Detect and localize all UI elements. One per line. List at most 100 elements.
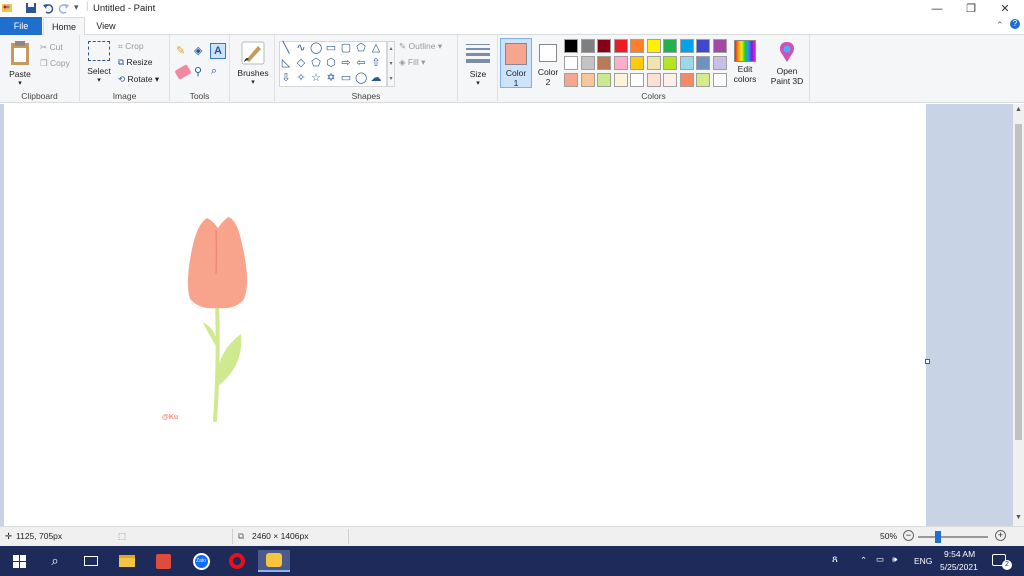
select-button[interactable]: Select ▾ xyxy=(84,41,114,86)
resize-button[interactable]: ⧉ Resize xyxy=(118,57,152,68)
zoom-in-button[interactable]: + xyxy=(995,530,1006,541)
palette-color-swatch[interactable] xyxy=(663,39,677,53)
canvas-resize-handle[interactable] xyxy=(925,359,930,364)
pencil-icon[interactable]: ✎ xyxy=(176,44,190,58)
tab-home[interactable]: Home xyxy=(43,17,85,36)
six-point-star-shape-icon[interactable]: ✡ xyxy=(325,72,337,84)
palette-color-swatch[interactable] xyxy=(712,39,727,53)
palette-color-swatch[interactable] xyxy=(696,73,710,87)
battery-icon[interactable]: ▭ xyxy=(876,554,884,565)
hexagon-shape-icon[interactable]: ⬡ xyxy=(325,57,337,69)
shapes-scroll[interactable]: ▴ ▾ ▾ xyxy=(387,41,395,87)
edit-colors-button[interactable]: Edit colors xyxy=(730,40,760,84)
language-indicator[interactable]: ENG xyxy=(914,556,932,566)
minimize-button[interactable]: — xyxy=(920,0,954,17)
eraser-icon[interactable] xyxy=(174,64,192,80)
palette-color-swatch[interactable] xyxy=(580,39,595,53)
palette-color-swatch[interactable] xyxy=(679,56,694,70)
zoom-slider-thumb[interactable] xyxy=(935,531,941,543)
palette-color-swatch[interactable] xyxy=(580,73,595,87)
rounded-rectangle-shape-icon[interactable]: ▢ xyxy=(340,42,352,54)
palette-color-swatch[interactable] xyxy=(564,56,578,70)
four-point-star-shape-icon[interactable]: ✧ xyxy=(295,72,307,84)
palette-color-swatch[interactable] xyxy=(712,73,727,87)
opera-icon[interactable] xyxy=(222,550,252,572)
palette-color-swatch[interactable] xyxy=(597,73,611,87)
customize-qa-icon[interactable]: ▾ xyxy=(74,2,79,13)
cut-button[interactable]: ✂ Cut xyxy=(40,42,63,53)
triangle-shape-icon[interactable]: △ xyxy=(370,42,382,54)
palette-color-swatch[interactable] xyxy=(597,56,611,70)
tab-view[interactable]: View xyxy=(86,17,126,35)
curve-shape-icon[interactable]: ∿ xyxy=(295,42,307,54)
callout-oval-shape-icon[interactable]: ◯ xyxy=(355,72,367,84)
palette-color-swatch[interactable] xyxy=(696,39,710,53)
palette-color-swatch[interactable] xyxy=(712,56,727,70)
rectangle-shape-icon[interactable]: ▭ xyxy=(325,42,337,54)
pentagon-shape-icon[interactable]: ⬠ xyxy=(310,57,322,69)
tab-file[interactable]: File xyxy=(0,17,42,35)
search-icon[interactable]: ⌕ xyxy=(40,550,70,572)
zalo-icon[interactable]: Zalo xyxy=(186,550,216,572)
clock-time[interactable]: 9:54 AM xyxy=(944,549,975,559)
paste-button[interactable]: Paste ▾ xyxy=(4,39,36,89)
show-hidden-icons[interactable]: ⌃ xyxy=(860,555,867,566)
palette-color-swatch[interactable] xyxy=(663,56,677,70)
scroll-up-icon[interactable]: ▲ xyxy=(1015,106,1022,113)
save-icon[interactable] xyxy=(25,2,37,14)
palette-color-swatch[interactable] xyxy=(613,73,628,87)
text-tool-icon[interactable]: A xyxy=(210,43,226,59)
palette-color-swatch[interactable] xyxy=(613,39,628,53)
down-arrow-shape-icon[interactable]: ⇩ xyxy=(280,72,292,84)
palette-color-swatch[interactable] xyxy=(630,39,644,53)
rotate-button[interactable]: ⟲ Rotate ▾ xyxy=(118,74,159,85)
open-paint3d-button[interactable]: Open Paint 3D xyxy=(764,40,810,86)
collapse-ribbon-icon[interactable]: ⌃ xyxy=(996,20,1004,31)
restore-button[interactable]: ❐ xyxy=(954,0,988,17)
palette-color-swatch[interactable] xyxy=(679,39,694,53)
right-arrow-shape-icon[interactable]: ⇨ xyxy=(340,57,352,69)
volume-icon[interactable]: 🕪 xyxy=(892,554,897,565)
palette-color-swatch[interactable] xyxy=(696,56,710,70)
left-arrow-shape-icon[interactable]: ⇦ xyxy=(355,57,367,69)
palette-color-swatch[interactable] xyxy=(630,56,644,70)
brushes-button[interactable]: Brushes ▾ xyxy=(234,40,272,88)
palette-color-swatch[interactable] xyxy=(613,56,628,70)
scroll-thumb[interactable] xyxy=(1015,124,1022,440)
palette-color-swatch[interactable] xyxy=(580,56,595,70)
color2-button[interactable]: Color 2 xyxy=(534,38,562,88)
cloud-callout-shape-icon[interactable]: ☁ xyxy=(370,72,382,84)
undo-icon[interactable] xyxy=(42,2,54,14)
color-picker-icon[interactable]: ⚲ xyxy=(194,65,202,78)
fill-button[interactable]: ◈ Fill ▾ xyxy=(399,57,425,68)
palette-color-swatch[interactable] xyxy=(630,73,644,87)
copy-button[interactable]: ❐ Copy xyxy=(40,58,70,69)
close-button[interactable]: ✕ xyxy=(988,0,1022,17)
size-button[interactable]: Size ▾ xyxy=(461,41,495,89)
outline-button[interactable]: ✎ Outline ▾ xyxy=(399,41,442,52)
app-icon-red[interactable] xyxy=(148,550,178,572)
diamond-shape-icon[interactable]: ◇ xyxy=(295,57,307,69)
start-button[interactable] xyxy=(4,550,34,572)
palette-color-swatch[interactable] xyxy=(646,56,661,70)
oval-shape-icon[interactable]: ◯ xyxy=(310,42,322,54)
palette-color-swatch[interactable] xyxy=(646,39,661,53)
magnifier-icon[interactable]: ⌕ xyxy=(211,65,217,78)
people-icon[interactable]: ጸ xyxy=(832,554,838,565)
palette-color-swatch[interactable] xyxy=(679,73,694,87)
polygon-shape-icon[interactable]: ⬠ xyxy=(355,42,367,54)
paste-dropdown-icon[interactable]: ▾ xyxy=(4,79,36,89)
five-point-star-shape-icon[interactable]: ☆ xyxy=(310,72,322,84)
drawing-canvas[interactable]: @Ku xyxy=(4,104,926,526)
line-shape-icon[interactable]: ╲ xyxy=(280,42,292,54)
vertical-scrollbar[interactable]: ▲ ▼ xyxy=(1013,104,1024,526)
paint-taskbar-icon[interactable] xyxy=(258,550,290,572)
select-dropdown-icon[interactable]: ▾ xyxy=(84,76,114,86)
palette-color-swatch[interactable] xyxy=(564,73,578,87)
redo-icon[interactable] xyxy=(58,2,70,14)
palette-color-swatch[interactable] xyxy=(663,73,677,87)
callout-rect-shape-icon[interactable]: ▭ xyxy=(340,72,352,84)
right-triangle-shape-icon[interactable]: ◺ xyxy=(280,57,292,69)
clock-date[interactable]: 5/25/2021 xyxy=(940,562,978,572)
help-icon[interactable]: ? xyxy=(1010,19,1020,29)
